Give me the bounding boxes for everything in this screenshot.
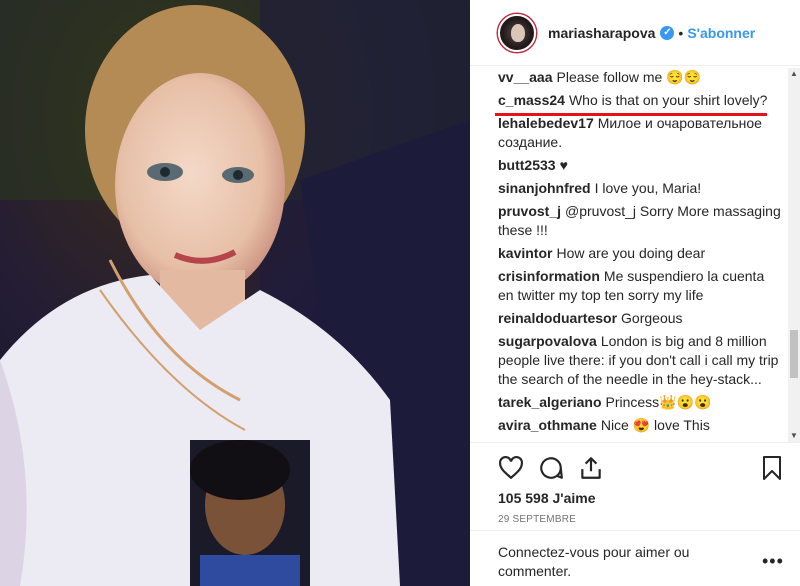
comment-text: ♥ xyxy=(559,157,568,173)
login-link[interactable]: Connectez-vous xyxy=(498,544,599,560)
comment-item: avira_othmane Nice 😍 love This xyxy=(498,416,783,435)
post-header: mariasharapova ✓ • S'abonner xyxy=(470,0,800,66)
comment-username[interactable]: sugarpovalova xyxy=(498,333,597,349)
comment-username[interactable]: lehalebedev17 xyxy=(498,115,594,131)
username[interactable]: mariasharapova xyxy=(548,25,655,41)
follow-button[interactable]: S'abonner xyxy=(687,25,755,41)
post-photo[interactable] xyxy=(0,0,470,586)
comment-username[interactable]: kavintor xyxy=(498,245,552,261)
comment-item: reinaldoduartesor Gorgeous xyxy=(498,309,783,328)
comment-text: I love you, Maria! xyxy=(594,180,702,196)
comment-item: vv__aaa Please follow me 😌😌 xyxy=(498,68,783,87)
heart-icon[interactable] xyxy=(498,455,524,481)
scroll-up-icon[interactable]: ▲ xyxy=(788,68,800,80)
comment-username[interactable]: avira_othmane xyxy=(498,417,597,433)
likes-count[interactable]: 105 598 J'aime xyxy=(498,490,596,506)
comment-username[interactable]: crisinformation xyxy=(498,268,600,284)
login-prompt: Connectez-vous pour aimer ou commenter. xyxy=(498,543,728,581)
scroll-thumb[interactable] xyxy=(790,330,798,378)
share-icon[interactable] xyxy=(578,455,604,481)
comment-item: kavintor How are you doing dear xyxy=(498,244,783,263)
bookmark-icon[interactable] xyxy=(760,455,784,481)
avatar[interactable] xyxy=(498,13,536,52)
comment-username[interactable]: reinaldoduartesor xyxy=(498,310,617,326)
comment-text: Princess👑😮😮 xyxy=(605,394,712,410)
comment-text: How are you doing dear xyxy=(556,245,706,261)
comment-text: Nice 😍 love This xyxy=(600,417,710,433)
comment-username[interactable]: pruvost_j xyxy=(498,203,561,219)
comment-list: vv__aaa Please follow me 😌😌 c_mass24 Who i… xyxy=(498,68,783,442)
comment-bubble-icon[interactable] xyxy=(538,455,564,481)
scroll-down-icon[interactable]: ▼ xyxy=(788,430,800,442)
comment-username[interactable]: tarek_algeriano xyxy=(498,394,602,410)
comment-username[interactable]: sinanjohnfred xyxy=(498,180,591,196)
comment-item: butt2533 ♥ xyxy=(498,156,783,175)
comment-text: Please follow me 😌😌 xyxy=(556,69,702,85)
login-bar: Connectez-vous pour aimer ou commenter. … xyxy=(470,530,800,586)
post-actions: 105 598 J'aime 29 SEPTEMBRE xyxy=(470,442,800,525)
more-options-icon[interactable]: ••• xyxy=(762,551,784,572)
post-date: 29 SEPTEMBRE xyxy=(498,514,576,525)
comment-item: crisinformation Me suspendiero la cuenta … xyxy=(498,267,783,305)
comments-scrollbar[interactable]: ▲ ▼ xyxy=(788,68,800,442)
comment-item: pruvost_j @pruvost_j Sorry More massaging… xyxy=(498,202,783,240)
separator-dot: • xyxy=(678,24,684,41)
comment-item: sugarpovalova London is big and 8 million… xyxy=(498,332,783,389)
comment-text: Gorgeous xyxy=(621,310,683,326)
comment-username[interactable]: butt2533 xyxy=(498,157,556,173)
comment-username[interactable]: c_mass24 xyxy=(498,92,565,108)
comment-item: lehalebedev17 Милое и очаровательное созд… xyxy=(498,114,783,152)
comment-item: tarek_algeriano Princess👑😮😮 xyxy=(498,393,783,412)
comment-text: Who is that on your shirt lovely? xyxy=(568,92,768,108)
verified-badge-icon: ✓ xyxy=(660,25,675,40)
highlight-underline xyxy=(495,113,767,116)
comment-item: c_mass24 Who is that on your shirt lovely… xyxy=(498,91,783,110)
photo-illustration xyxy=(0,0,470,586)
comment-username[interactable]: vv__aaa xyxy=(498,69,553,85)
comment-item: sinanjohnfred I love you, Maria! xyxy=(498,179,783,198)
action-icons xyxy=(498,455,604,481)
bookmark-button[interactable] xyxy=(760,455,784,486)
